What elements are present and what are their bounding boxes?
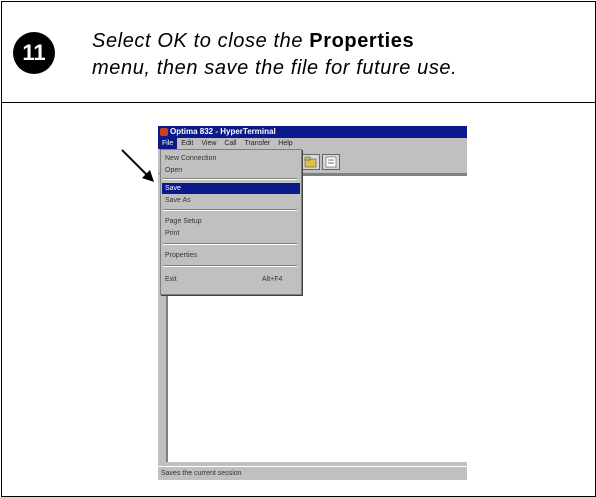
menu-separator [163,243,297,245]
menu-call[interactable]: Call [220,138,240,149]
menu-item-open[interactable]: Open [162,165,300,176]
instruction-text-1: Select OK to close the [92,30,310,52]
menu-help[interactable]: Help [274,138,296,149]
properties-icon [325,156,337,168]
step-number-badge: 11 [13,32,55,74]
menu-item-new-connection[interactable]: New Connection [162,153,300,164]
menu-separator [163,265,297,267]
menu-bar: File Edit View Call Transfer Help [158,138,467,149]
menu-item-print[interactable]: Print [162,228,300,239]
properties-button[interactable] [322,154,340,170]
menu-file[interactable]: File [158,138,178,149]
window-title: Optima 832 - HyperTerminal [170,127,276,136]
menu-separator [163,209,297,211]
instruction-frame: 11 Select OK to close the Properties men… [1,1,596,497]
arrow-pointer-icon [121,149,154,182]
status-text: Saves the current session [161,470,242,477]
menu-item-properties[interactable]: Properties [162,250,300,261]
hyperterminal-screenshot: Optima 832 - HyperTerminal File Edit View C… [158,126,467,480]
open-folder-icon [304,156,317,168]
menu-item-exit-label: Exit [165,276,177,283]
menu-item-save[interactable]: Save [162,183,300,194]
menu-item-exit-accelerator: Alt+F4 [262,276,283,283]
menu-separator [163,178,297,180]
window-titlebar: Optima 832 - HyperTerminal [158,126,467,138]
step-instruction: Select OK to close the Properties menu, … [92,28,592,82]
instruction-bold: Properties [309,30,415,52]
status-bar: Saves the current session [158,466,467,480]
menu-edit[interactable]: Edit [177,138,197,149]
menu-item-save-as[interactable]: Save As [162,195,300,206]
menu-item-exit[interactable]: Exit Alt+F4 [162,274,300,285]
app-icon [160,128,168,136]
menu-transfer[interactable]: Transfer [240,138,274,149]
instruction-text-2: menu, then save the file for future use. [92,57,458,79]
step-header: 11 Select OK to close the Properties men… [2,2,595,103]
menu-view[interactable]: View [197,138,220,149]
menu-item-page-setup[interactable]: Page Setup [162,216,300,227]
file-menu-dropdown: New Connection Open Save Save As Page Se… [160,149,302,295]
open-folder-button[interactable] [302,154,320,170]
